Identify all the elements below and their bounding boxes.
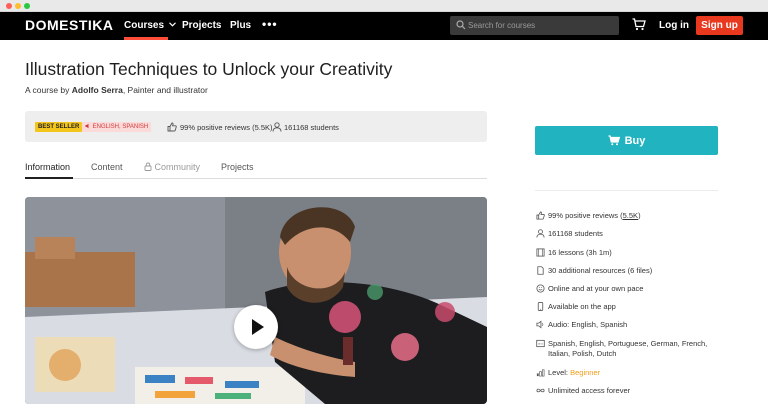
byline-prefix: A course by — [25, 85, 70, 95]
feature-level: Level: Beginner — [548, 368, 600, 378]
file-icon — [537, 266, 544, 275]
close-window-dot[interactable] — [6, 3, 12, 9]
course-title: Illustration Techniques to Unlock your C… — [25, 59, 393, 79]
tab-projects[interactable]: Projects — [221, 162, 254, 172]
active-nav-indicator — [124, 37, 168, 40]
video-thumbnail-image — [25, 197, 487, 404]
maximize-window-dot[interactable] — [24, 3, 30, 9]
play-button[interactable] — [234, 305, 278, 349]
course-byline: A course by Adolfo Serra, Painter and il… — [25, 85, 208, 95]
sidebar-divider — [535, 190, 718, 191]
course-stats-strip: BEST SELLER ENGLISH, SPANISH 99% positiv… — [25, 111, 487, 142]
user-icon — [272, 122, 282, 132]
cart-icon — [608, 135, 620, 146]
feature-access: Unlimited access forever — [548, 386, 631, 395]
reviews-count-link[interactable]: 5.5K — [623, 211, 638, 220]
search-icon — [456, 20, 466, 30]
course-video-player[interactable] — [25, 197, 487, 404]
feature-reviews: 99% positive reviews (5.5K) — [548, 211, 641, 221]
chevron-down-icon — [168, 22, 176, 27]
domestika-logo[interactable]: DOMESTIKA — [25, 17, 114, 33]
feature-reviews-suffix: ) — [638, 211, 641, 220]
thumbs-up-icon — [167, 122, 177, 132]
nav-courses-label: Courses — [124, 20, 165, 31]
tab-content[interactable]: Content — [91, 162, 123, 172]
audio-icon — [536, 320, 544, 329]
search-input[interactable] — [468, 18, 613, 33]
thumbs-up-icon — [536, 211, 545, 220]
login-link[interactable]: Log in — [659, 20, 689, 31]
strip-reviews-text: 99% positive reviews (5.5K) — [180, 123, 273, 132]
language-badge-label: ENGLISH, SPANISH — [92, 124, 149, 130]
feature-reviews-prefix: 99% positive reviews ( — [548, 211, 623, 220]
author-role: , Painter and illustrator — [122, 85, 208, 95]
top-navbar: DOMESTIKA Courses Projects Plus ••• — [0, 12, 768, 40]
feature-subtitles-line2: Italian, Polish, Dutch — [548, 349, 617, 358]
buy-button[interactable]: Buy — [535, 126, 718, 155]
feature-audio: Audio: English, Spanish — [548, 320, 628, 329]
nav-projects-link[interactable]: Projects — [182, 20, 221, 31]
tab-community[interactable]: Community — [144, 162, 200, 172]
browser-chrome — [0, 0, 768, 12]
feature-pace: Online and at your own pace — [548, 284, 644, 293]
signup-button[interactable]: Sign up — [696, 16, 743, 35]
feature-lessons: 16 lessons (3h 1m) — [548, 248, 612, 257]
feature-level-prefix: Level: — [548, 368, 571, 377]
mobile-icon — [537, 302, 544, 311]
course-tabs: Information Content Community Projects — [25, 160, 487, 179]
nav-more-button[interactable]: ••• — [262, 17, 278, 31]
bestseller-badge: BEST SELLER — [35, 122, 83, 132]
feature-app: Available on the app — [548, 302, 616, 311]
minimize-window-dot[interactable] — [15, 3, 21, 9]
subtitles-icon — [536, 339, 545, 348]
film-icon — [536, 248, 545, 257]
feature-level-value: Beginner — [570, 368, 601, 377]
tab-community-label: Community — [154, 162, 201, 172]
author-name-link[interactable]: Adolfo Serra — [72, 85, 123, 95]
smile-icon — [536, 284, 545, 293]
audio-language-icon — [85, 123, 89, 129]
nav-plus-link[interactable]: Plus — [230, 20, 251, 31]
play-icon — [252, 319, 264, 335]
strip-students-text: 161168 students — [284, 123, 339, 132]
nav-courses-menu[interactable]: Courses — [124, 20, 176, 31]
search-box[interactable] — [450, 16, 619, 35]
lock-icon — [144, 162, 152, 171]
feature-subtitles: Spanish, English, Portuguese, German, Fr… — [548, 339, 707, 359]
feature-resources: 30 additional resources (6 files) — [548, 266, 653, 275]
level-icon — [536, 369, 545, 377]
user-icon — [536, 229, 545, 238]
tab-information[interactable]: Information — [25, 162, 70, 172]
cart-icon[interactable] — [632, 18, 646, 31]
feature-subtitles-line1: Spanish, English, Portuguese, German, Fr… — [548, 339, 708, 348]
feature-students: 161168 students — [548, 229, 603, 238]
active-tab-indicator — [25, 177, 73, 179]
buy-label: Buy — [624, 134, 646, 147]
infinity-icon — [536, 388, 545, 393]
language-badge: ENGLISH, SPANISH — [82, 122, 152, 132]
